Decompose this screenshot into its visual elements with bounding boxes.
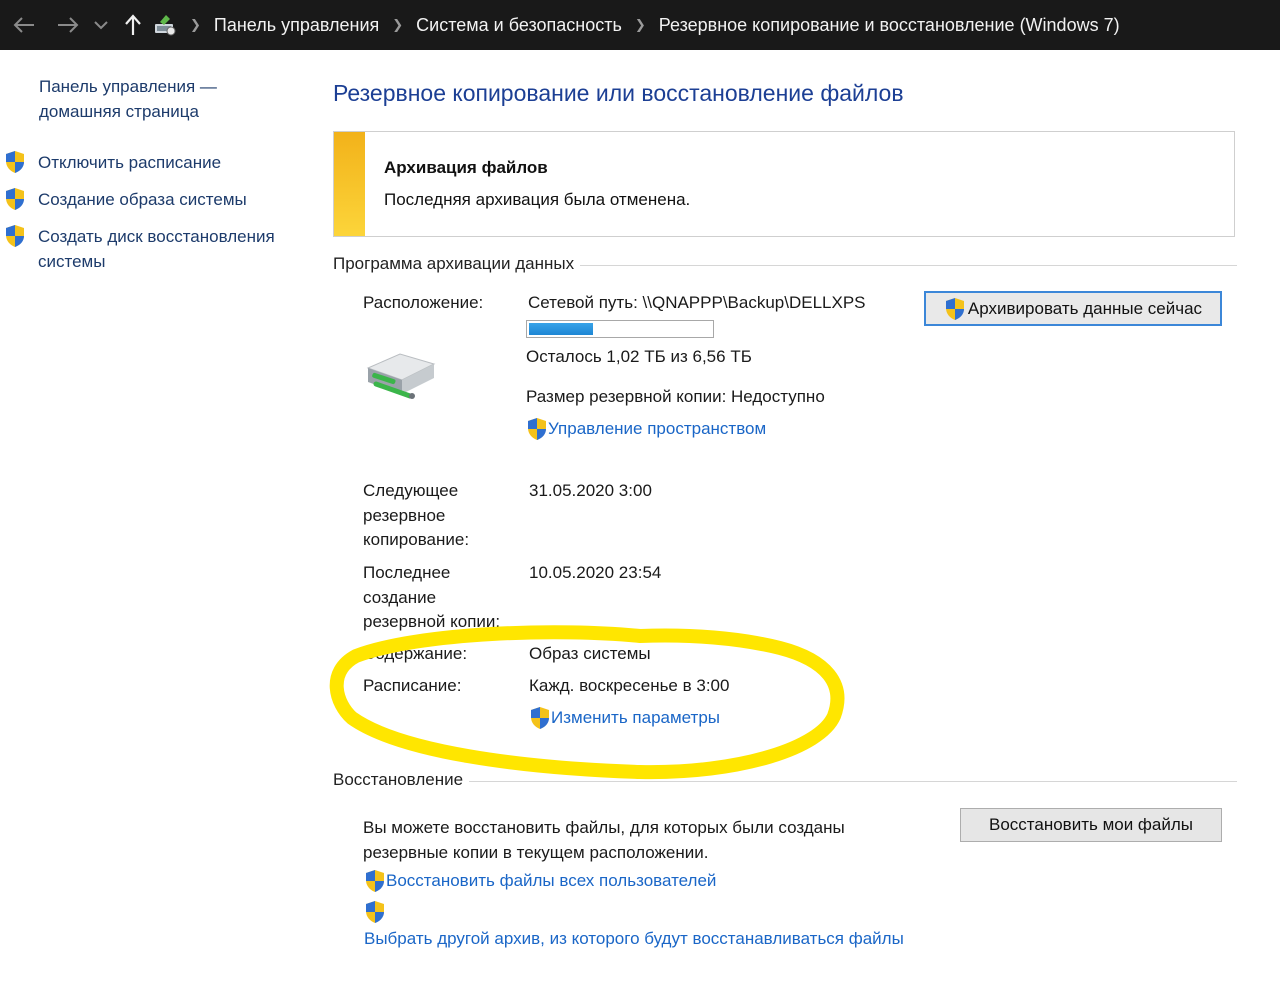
disk-usage-fill (529, 323, 593, 335)
alert-title: Архивация файлов (384, 158, 548, 177)
back-button[interactable] (8, 9, 40, 41)
alert-message: Последняя архивация была отменена. (384, 190, 691, 209)
uac-shield-icon (4, 187, 26, 211)
select-other-backup-label: Выбрать другой архив, из которого будут … (364, 929, 904, 948)
uac-shield-icon (4, 150, 26, 174)
sidebar-item-create-recovery-disk[interactable]: Создать диск восстановления системы (4, 224, 304, 274)
select-other-backup-link[interactable]: Выбрать другой архив, из которого будут … (364, 900, 904, 951)
control-panel-icon (152, 12, 178, 38)
control-panel-home-link[interactable]: Панель управления — домашняя страница (39, 74, 269, 124)
uac-shield-icon (364, 869, 386, 893)
restore-all-users-label: Восстановить файлы всех пользователей (386, 871, 717, 890)
restore-section-title: Восстановление (333, 770, 470, 790)
recent-locations-button[interactable] (90, 9, 112, 41)
location-label: Расположение: (363, 293, 484, 312)
schedule-value: Кажд. воскресенье в 3:00 (529, 676, 730, 695)
uac-shield-icon (944, 297, 966, 321)
manage-space-link[interactable]: Управление пространством (526, 417, 766, 441)
up-arrow-icon (125, 14, 141, 35)
free-space-text: Осталось 1,02 ТБ из 6,56 ТБ (526, 347, 752, 366)
breadcrumb-separator: ❯ (190, 17, 201, 32)
uac-shield-icon (4, 224, 26, 248)
breadcrumb: ❯ Панель управления ❯ Система и безопасн… (152, 0, 1120, 50)
backup-now-label: Архивировать данные сейчас (967, 298, 1203, 318)
chevron-down-icon (94, 21, 108, 30)
restore-my-files-label: Восстановить мои файлы (988, 815, 1194, 834)
backup-now-button[interactable]: Архивировать данные сейчас (924, 291, 1222, 326)
sidebar-item-disable-schedule[interactable]: Отключить расписание (4, 150, 304, 175)
restore-my-files-button[interactable]: Восстановить мои файлы (960, 808, 1222, 842)
restore-all-users-link[interactable]: Восстановить файлы всех пользователей (364, 869, 716, 893)
breadcrumb-system-security[interactable]: Система и безопасность (416, 15, 622, 36)
breadcrumb-control-panel[interactable]: Панель управления (214, 15, 379, 36)
change-settings-link[interactable]: Изменить параметры (529, 706, 720, 730)
restore-description: Вы можете восстановить файлы, для которы… (363, 818, 845, 862)
last-backup-value: 10.05.2020 23:54 (529, 563, 662, 582)
disk-usage-bar (526, 320, 714, 338)
up-button[interactable] (120, 9, 146, 41)
sidebar-item-label: Создание образа системы (38, 190, 247, 209)
address-bar: ❯ Панель управления ❯ Система и безопасн… (0, 0, 1280, 50)
next-backup-value: 31.05.2020 3:00 (529, 481, 652, 500)
sidebar-item-label: Создать диск восстановления системы (38, 227, 275, 271)
schedule-label: Расписание: (363, 676, 462, 695)
change-settings-label: Изменить параметры (551, 708, 721, 727)
contents-label: Содержание: (363, 644, 468, 663)
backup-status-alert: Архивация файлов Последняя архивация был… (333, 131, 1235, 237)
backup-section-title: Программа архивации данных (333, 254, 581, 274)
sidebar-item-label: Отключить расписание (38, 153, 222, 172)
next-backup-label: Следующее резервное копирование: (363, 481, 470, 549)
network-drive-icon (366, 353, 436, 399)
breadcrumb-backup-restore[interactable]: Резервное копирование и восстановление (… (659, 15, 1120, 36)
page-title: Резервное копирование или восстановление… (333, 80, 904, 106)
forward-arrow-icon (58, 17, 79, 33)
manage-space-label: Управление пространством (548, 419, 767, 438)
uac-shield-icon (364, 900, 386, 924)
forward-button[interactable] (52, 9, 84, 41)
contents-value: Образ системы (529, 644, 651, 663)
uac-shield-icon (526, 417, 548, 441)
uac-shield-icon (529, 706, 551, 730)
back-arrow-icon (13, 17, 34, 33)
sidebar-item-create-system-image[interactable]: Создание образа системы (4, 187, 304, 212)
breadcrumb-separator: ❯ (392, 17, 404, 32)
location-value: Сетевой путь: \\QNAPPP\Backup\DELLXPS (528, 293, 866, 312)
breadcrumb-separator: ❯ (634, 17, 646, 32)
last-backup-label: Последнее создание резервной копии: (363, 563, 501, 631)
warning-accent-bar (334, 132, 365, 236)
backup-size-text: Размер резервной копии: Недоступно (526, 387, 825, 406)
